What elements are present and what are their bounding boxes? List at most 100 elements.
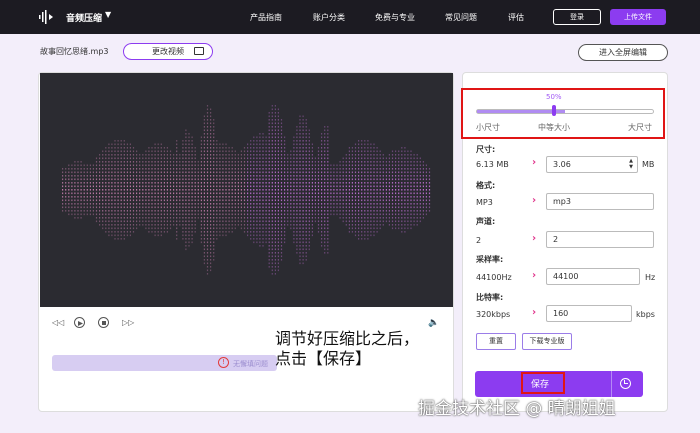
skip-forward-icon[interactable]: ▷▷ xyxy=(122,318,134,327)
bitrate-input[interactable]: 160 xyxy=(546,305,632,322)
waveform-dot xyxy=(210,231,212,233)
waveform-dot xyxy=(160,234,162,237)
size-input[interactable]: 3.06 ▲ ▼ xyxy=(546,156,638,173)
waveform-dot xyxy=(284,203,286,205)
waveform-dot xyxy=(237,171,239,174)
waveform-dot xyxy=(216,171,218,174)
waveform-dot xyxy=(345,178,347,181)
nav-account-types[interactable]: 账户分类 xyxy=(313,12,345,23)
waveform-dot xyxy=(271,112,273,114)
nav-product-guide[interactable]: 产品指南 xyxy=(250,12,282,23)
waveform-dot xyxy=(327,248,329,251)
waveform-dot xyxy=(222,210,224,212)
waveform-dot xyxy=(228,220,230,223)
sample-rate-input[interactable]: 44100 xyxy=(546,268,640,285)
waveform-dot xyxy=(425,164,427,167)
nav-reviews[interactable]: 评估 xyxy=(508,12,524,23)
waveform-dot xyxy=(206,133,209,135)
annotation-line-1: 调节好压缩比之后， xyxy=(275,329,420,348)
waveform-dot xyxy=(398,199,400,202)
waveform-dot xyxy=(117,157,119,160)
waveform-dot xyxy=(129,192,131,195)
compression-slider-track[interactable] xyxy=(476,109,654,114)
waveform-dot xyxy=(191,136,193,139)
history-clock-icon[interactable] xyxy=(620,378,631,389)
waveform-dot xyxy=(271,164,273,167)
stepper-icon[interactable]: ▲ ▼ xyxy=(629,158,633,170)
fullscreen-edit-button[interactable]: 进入全屏编辑 xyxy=(578,44,668,61)
waveform-dot xyxy=(62,178,64,181)
waveform-dot xyxy=(376,189,378,191)
waveform-dot xyxy=(376,182,378,184)
waveform-dot xyxy=(179,220,181,223)
chevron-down-icon[interactable]: ▼ xyxy=(105,10,111,19)
nav-faq[interactable]: 常见问题 xyxy=(445,12,477,23)
waveform-dot xyxy=(253,234,255,237)
waveform-dot xyxy=(385,203,387,205)
skip-back-icon[interactable]: ◁◁ xyxy=(52,318,64,327)
waveform-dot xyxy=(271,269,273,272)
waveform-dot xyxy=(240,196,242,198)
waveform-dot xyxy=(114,182,116,184)
waveform-dot xyxy=(280,224,283,226)
waveform-dot xyxy=(185,203,187,205)
waveform-dot xyxy=(345,196,347,198)
waveform-dot xyxy=(160,203,162,205)
waveform-dot xyxy=(95,189,98,191)
waveform-dot xyxy=(327,126,329,128)
waveform-dot xyxy=(154,227,156,230)
waveform-dot xyxy=(370,196,372,198)
waveform-dot xyxy=(185,245,187,247)
waveform-dot xyxy=(327,143,329,146)
format-input[interactable]: mp3 xyxy=(546,193,654,210)
waveform-dot xyxy=(240,185,242,188)
waveform-dot xyxy=(179,185,181,188)
waveform-dot xyxy=(148,185,150,188)
compression-slider-thumb[interactable] xyxy=(552,105,556,116)
channels-input[interactable]: 2 xyxy=(546,231,654,248)
login-button[interactable]: 登录 xyxy=(553,9,601,25)
waveform-dot xyxy=(370,206,372,209)
waveform-dot xyxy=(179,213,181,216)
waveform-dot xyxy=(222,224,224,226)
waveform-dot xyxy=(99,168,101,170)
waveform-dot xyxy=(117,164,119,167)
waveform-dot xyxy=(200,199,202,202)
waveform-dot xyxy=(296,203,298,205)
waveform-dot xyxy=(299,154,301,156)
waveform-dot xyxy=(388,185,390,188)
waveform-dot xyxy=(188,154,190,156)
waveform-dot xyxy=(173,161,175,163)
change-video-button[interactable]: 更改视频 xyxy=(123,43,213,60)
volume-icon[interactable]: 🔈 xyxy=(428,318,439,328)
waveform-dot xyxy=(259,213,261,216)
waveform-dot xyxy=(339,189,341,191)
reset-button[interactable]: 重置 xyxy=(476,333,516,350)
waveform-dot xyxy=(287,154,289,156)
waveform-dot xyxy=(89,185,91,188)
waveform-dot xyxy=(259,171,261,174)
waveform-dot xyxy=(148,171,150,174)
waveform-dot xyxy=(339,217,341,219)
stop-button[interactable] xyxy=(98,317,109,328)
waveform-dot xyxy=(200,220,202,223)
waveform-dot xyxy=(203,136,205,139)
upload-file-button[interactable]: 上传文件 xyxy=(610,9,666,25)
waveform-dot xyxy=(256,136,258,139)
download-pro-button[interactable]: 下载专业版 xyxy=(522,333,572,350)
waveform-dot xyxy=(200,161,202,163)
app-name[interactable]: 音频压缩 xyxy=(66,11,102,24)
waveform-dot xyxy=(243,227,246,230)
waveform-dot xyxy=(108,182,110,184)
nav-free-vs-pro[interactable]: 免费与专业 xyxy=(375,12,415,23)
waveform-dot xyxy=(123,147,125,149)
waveform-display[interactable] xyxy=(40,73,453,307)
waveform-dot xyxy=(419,192,421,195)
waveform-dot xyxy=(74,164,76,167)
waveform-dot xyxy=(422,171,424,174)
waveform-dot xyxy=(376,154,378,156)
waveform-dot xyxy=(188,178,190,181)
play-button[interactable] xyxy=(74,317,85,328)
waveform-dot xyxy=(74,196,76,198)
waveform-dot xyxy=(126,147,128,149)
